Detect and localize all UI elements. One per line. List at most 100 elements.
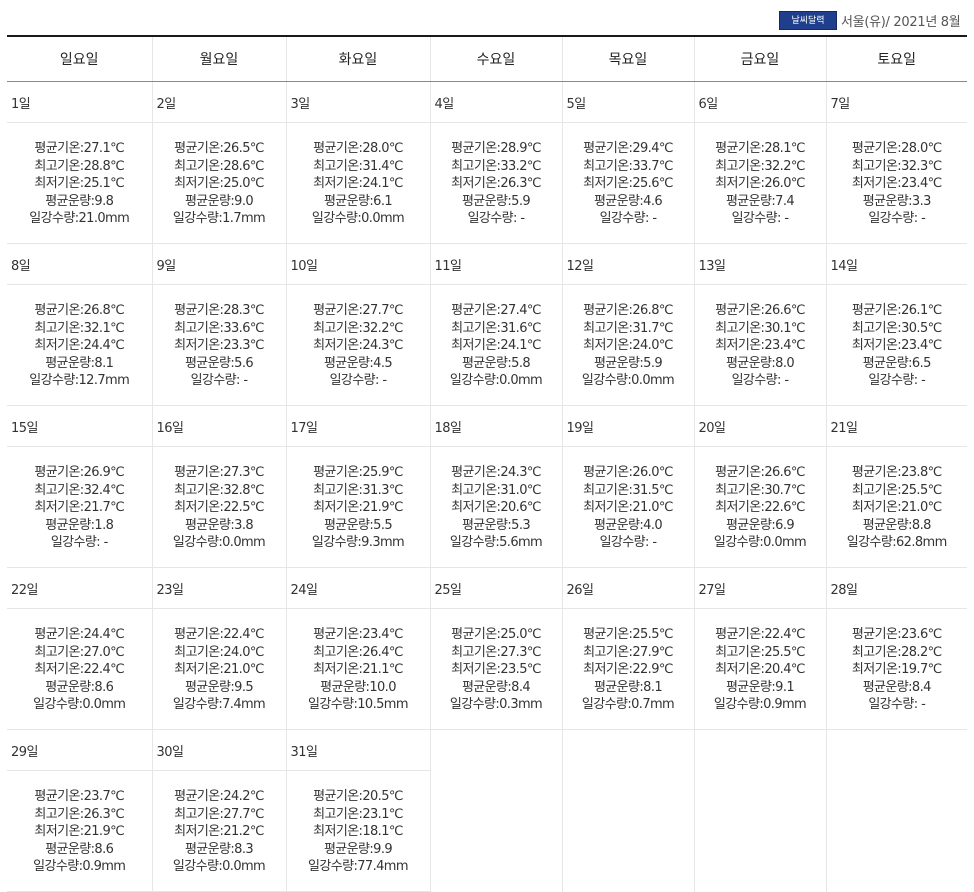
avg-cloud-label: 평균운량: bbox=[45, 841, 95, 857]
daily-rainfall-label: 일강수량: bbox=[172, 211, 223, 226]
min-temp-label: 최저기온: bbox=[174, 500, 224, 515]
avg-temp-line: 평균기온:28.9℃ bbox=[431, 140, 562, 158]
avg-temp-value: 28.1℃ bbox=[764, 141, 805, 156]
avg-cloud-label: 평균운량: bbox=[184, 679, 235, 695]
avg-cloud-label: 평균운량: bbox=[593, 679, 644, 695]
max-temp-value: 30.1℃ bbox=[764, 320, 805, 336]
min-temp-line: 최저기온:22.5℃ bbox=[153, 499, 286, 517]
avg-cloud-line: 평균운량:4.5 bbox=[287, 355, 430, 373]
avg-temp-line: 평균기온:23.8℃ bbox=[827, 464, 968, 482]
max-temp-label: 최고기온: bbox=[34, 320, 84, 336]
avg-temp-value: 24.3℃ bbox=[500, 465, 541, 480]
avg-cloud-value: 8.3 bbox=[234, 841, 254, 857]
day-number: 30일 bbox=[152, 730, 286, 771]
calendar-day-cell: 5일 평균기온:29.4℃ 최고기온:33.7℃ 최저기온:25.6℃ 평균운량:4.6… bbox=[562, 81, 695, 244]
avg-cloud-label: 평균운량: bbox=[593, 193, 644, 209]
avg-cloud-line: 평균운량:9.0 bbox=[153, 193, 286, 211]
daily-rainfall-label: 일강수량: bbox=[581, 373, 632, 388]
calendar-day-cell: 7일 평균기온:28.0℃ 최고기온:32.3℃ 최저기온:23.4℃ 평균운량:3.3… bbox=[826, 82, 968, 244]
avg-temp-line: 평균기온:25.9℃ bbox=[287, 464, 430, 482]
daily-rainfall-label: 일강수량: bbox=[33, 697, 83, 712]
avg-cloud-label: 평균운량: bbox=[461, 679, 512, 695]
avg-temp-line: 평균기온:28.0℃ bbox=[827, 140, 968, 158]
max-temp-line: 최고기온:30.7℃ bbox=[695, 482, 826, 500]
avg-temp-label: 평균기온: bbox=[715, 627, 765, 642]
max-temp-label: 최고기온: bbox=[851, 320, 902, 336]
max-temp-label: 최고기온: bbox=[715, 158, 765, 174]
avg-temp-line: 평균기온:29.4℃ bbox=[563, 140, 694, 158]
min-temp-value: 22.9℃ bbox=[632, 662, 673, 677]
avg-temp-label: 평균기온: bbox=[851, 465, 902, 480]
avg-temp-line: 평균기온:26.6℃ bbox=[695, 464, 826, 482]
avg-cloud-line: 평균운량:8.4 bbox=[431, 679, 562, 697]
min-temp-label: 최저기온: bbox=[174, 662, 224, 677]
avg-temp-value: 22.4℃ bbox=[764, 627, 805, 642]
day-number: 1일 bbox=[7, 82, 152, 123]
calendar-day-cell bbox=[430, 730, 563, 892]
avg-cloud-line: 평균운량:1.8 bbox=[7, 517, 152, 535]
avg-temp-value: 24.2℃ bbox=[223, 789, 264, 804]
avg-temp-label: 평균기온: bbox=[451, 303, 501, 318]
max-temp-label: 최고기온: bbox=[451, 320, 501, 336]
avg-cloud-label: 평균운량: bbox=[45, 517, 95, 533]
daily-rainfall-value: 9.3mm bbox=[361, 535, 405, 550]
max-temp-label: 최고기온: bbox=[174, 806, 224, 822]
min-temp-line: 최저기온:24.1℃ bbox=[287, 175, 430, 193]
max-temp-value: 27.9℃ bbox=[632, 644, 673, 660]
daily-rainfall-value: - bbox=[516, 211, 525, 226]
min-temp-label: 최저기온: bbox=[583, 338, 633, 353]
max-temp-label: 최고기온: bbox=[313, 158, 363, 174]
day-weather-info: 평균기온:23.8℃ 최고기온:25.5℃ 최저기온:21.0℃ 평균운량:8.8 일강… bbox=[826, 447, 968, 568]
min-temp-value: 21.0℃ bbox=[901, 500, 942, 515]
daily-rainfall-label: 일강수량: bbox=[846, 535, 897, 550]
min-temp-label: 최저기온: bbox=[174, 338, 224, 353]
min-temp-line: 최저기온:21.2℃ bbox=[153, 823, 286, 841]
max-temp-line: 최고기온:27.0℃ bbox=[7, 644, 152, 662]
daily-rainfall-label: 일강수량: bbox=[599, 211, 650, 226]
day-weather-info: 평균기온:23.4℃ 최고기온:26.4℃ 최저기온:21.1℃ 평균운량:10.0 일… bbox=[286, 609, 430, 730]
min-temp-label: 최저기온: bbox=[313, 500, 363, 515]
daily-rainfall-value: - bbox=[780, 373, 789, 388]
daily-rainfall-label: 일강수량: bbox=[29, 373, 79, 388]
weather-calendar-badge[interactable]: 날씨달력 bbox=[779, 11, 837, 30]
empty-cell bbox=[431, 730, 562, 892]
avg-cloud-line: 평균운량:8.1 bbox=[563, 679, 694, 697]
daily-rainfall-line: 일강수량:0.9mm bbox=[7, 858, 152, 876]
day-weather-info: 평균기온:20.5℃ 최고기온:23.1℃ 최저기온:18.1℃ 평균운량:9.9 일강… bbox=[286, 771, 430, 892]
max-temp-value: 27.0℃ bbox=[83, 644, 125, 660]
max-temp-line: 최고기온:32.8℃ bbox=[153, 482, 286, 500]
day-weather-info: 평균기온:27.3℃ 최고기온:32.8℃ 최저기온:22.5℃ 평균운량:3.8 일강… bbox=[152, 447, 286, 568]
calendar-day-cell: 17일 평균기온:25.9℃ 최고기온:31.3℃ 최저기온:21.9℃ 평균운량:5.… bbox=[286, 406, 431, 568]
calendar-day-cell: 23일 평균기온:22.4℃ 최고기온:24.0℃ 최저기온:21.0℃ 평균운량:9.… bbox=[152, 568, 287, 730]
min-temp-label: 최저기온: bbox=[851, 500, 902, 515]
max-temp-label: 최고기온: bbox=[715, 320, 765, 336]
min-temp-line: 최저기온:21.9℃ bbox=[7, 823, 152, 841]
max-temp-line: 최고기온:28.8℃ bbox=[7, 158, 152, 176]
min-temp-label: 최저기온: bbox=[34, 824, 84, 839]
avg-temp-line: 평균기온:25.0℃ bbox=[431, 626, 562, 644]
day-number: 9일 bbox=[152, 244, 286, 285]
daily-rainfall-label: 일강수량: bbox=[50, 535, 101, 550]
daily-rainfall-value: 0.0mm bbox=[222, 859, 266, 874]
avg-temp-label: 평균기온: bbox=[313, 303, 363, 318]
avg-temp-line: 평균기온:24.2℃ bbox=[153, 788, 286, 806]
min-temp-value: 24.1℃ bbox=[362, 176, 403, 191]
daily-rainfall-label: 일강수량: bbox=[172, 535, 223, 550]
day-weather-info: 평균기온:25.9℃ 최고기온:31.3℃ 최저기온:21.9℃ 평균운량:5.5 일강… bbox=[286, 447, 430, 568]
avg-cloud-value: 5.6 bbox=[234, 355, 254, 371]
day-weather-info: 평균기온:29.4℃ 최고기온:33.7℃ 최저기온:25.6℃ 평균운량:4.6 일강… bbox=[562, 123, 694, 244]
daily-rainfall-value: 0.0mm bbox=[631, 373, 675, 388]
daily-rainfall-value: 0.7mm bbox=[631, 697, 675, 712]
max-temp-label: 최고기온: bbox=[451, 158, 501, 174]
max-temp-line: 최고기온:26.4℃ bbox=[287, 644, 430, 662]
day-weather-info: 평균기온:24.3℃ 최고기온:31.0℃ 최저기온:20.6℃ 평균운량:5.3 일강… bbox=[430, 447, 562, 568]
day-weather-info: 평균기온:26.0℃ 최고기온:31.5℃ 최저기온:21.0℃ 평균운량:4.0 일강… bbox=[562, 447, 694, 568]
daily-rainfall-line: 일강수량:0.0mm bbox=[563, 372, 694, 390]
avg-cloud-value: 8.6 bbox=[94, 841, 114, 857]
min-temp-label: 최저기온: bbox=[451, 338, 501, 353]
avg-temp-label: 평균기온: bbox=[313, 465, 363, 480]
avg-temp-line: 평균기온:26.6℃ bbox=[695, 302, 826, 320]
daily-rainfall-label: 일강수량: bbox=[713, 535, 764, 550]
daily-rainfall-value: - bbox=[378, 373, 387, 388]
avg-temp-line: 평균기온:23.6℃ bbox=[827, 626, 968, 644]
